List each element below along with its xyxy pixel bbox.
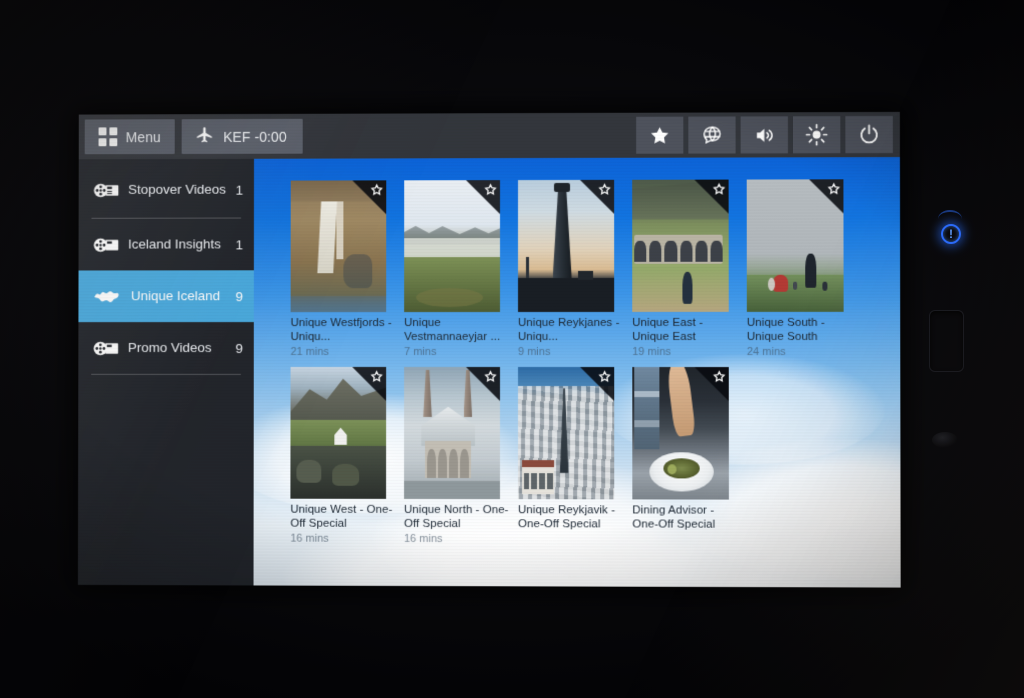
video-tile[interactable]: Unique Reykjavik - One-Off Special	[518, 367, 632, 546]
video-thumbnail[interactable]	[290, 367, 387, 500]
star-icon[interactable]	[598, 182, 611, 196]
video-title: Unique South - Unique South	[746, 316, 825, 343]
volume-icon[interactable]	[740, 116, 788, 154]
sidebar-divider	[91, 373, 241, 375]
video-title: Unique West - One-Off Special	[290, 503, 393, 530]
power-icon[interactable]	[845, 115, 893, 154]
iceland-map-icon	[91, 286, 121, 306]
flight-info-button[interactable]: KEF -0:00	[181, 118, 303, 154]
video-title: Unique Westfjords - Uniqu...	[290, 317, 392, 343]
video-title: Unique Reykjavik - One-Off Special	[518, 504, 616, 531]
sidebar-item-label: Unique Iceland	[130, 288, 221, 304]
video-duration: 24 mins	[746, 346, 786, 359]
sidebar-item-iceland-insights[interactable]: Iceland Insights 1	[79, 218, 254, 270]
star-icon[interactable]	[827, 182, 840, 195]
video-duration: 9 mins	[518, 346, 551, 359]
headphone-jack[interactable]	[929, 310, 964, 372]
video-duration: 16 mins	[404, 533, 443, 546]
film-reel-icon	[91, 235, 121, 254]
sidebar-item-count: 1	[235, 236, 243, 252]
video-thumbnail[interactable]	[632, 179, 729, 312]
indicator-arc	[938, 210, 962, 219]
sidebar-item-stopover-videos[interactable]: Stopover Videos 1	[79, 162, 254, 218]
video-thumbnail[interactable]	[404, 367, 500, 500]
video-tile[interactable]: Unique West - One-Off Special 16 mins	[290, 367, 404, 545]
star-icon[interactable]	[370, 183, 384, 196]
video-duration: 7 mins	[404, 346, 437, 359]
video-thumbnail[interactable]	[746, 179, 844, 312]
video-tile-grid: Unique Westfjords - Uniqu... 21 mins Uni…	[254, 157, 901, 546]
sidebar-item-count: 9	[235, 288, 243, 304]
star-icon[interactable]	[713, 370, 726, 383]
star-icon[interactable]	[713, 183, 726, 196]
video-title: Unique Vestmannaeyjar ...	[404, 317, 501, 343]
video-title: Unique North - One-Off Special	[404, 504, 509, 530]
video-thumbnail[interactable]	[290, 180, 387, 313]
video-tile[interactable]: Unique North - One-Off Special 16 mins	[404, 367, 518, 545]
video-thumbnail[interactable]	[518, 367, 615, 500]
video-tile[interactable]: Unique South - Unique South 24 mins	[746, 179, 862, 359]
grid-icon	[98, 127, 117, 147]
star-icon[interactable]	[484, 370, 497, 383]
top-toolbar: Menu KEF -0:00	[78, 111, 900, 160]
video-duration: 21 mins	[290, 346, 329, 359]
menu-button[interactable]: Menu	[84, 119, 175, 155]
bezel-sensor	[932, 432, 958, 448]
sidebar-item-label: Promo Videos	[127, 340, 212, 356]
video-title: Unique East - Unique East	[632, 316, 703, 343]
video-catalog-pane[interactable]: Unique Westfjords - Uniqu... 21 mins Uni…	[253, 157, 901, 588]
star-icon[interactable]	[370, 370, 384, 383]
language-icon[interactable]	[688, 116, 736, 154]
video-thumbnail[interactable]	[404, 180, 501, 313]
video-tile[interactable]: Unique Reykjanes - Uniqu... 9 mins	[518, 179, 632, 359]
star-icon[interactable]	[484, 183, 497, 196]
video-tile[interactable]: Dining Advisor - One-Off Special	[632, 367, 747, 546]
power-indicator-glow: !	[941, 224, 961, 244]
favorites-icon[interactable]	[636, 116, 684, 154]
video-tile[interactable]: Unique Vestmannaeyjar ... 7 mins	[404, 180, 518, 358]
video-duration: 16 mins	[290, 532, 329, 545]
star-icon[interactable]	[598, 370, 611, 383]
sidebar-item-count: 9	[235, 340, 243, 356]
category-sidebar: Stopover Videos 1 Iceland Insights 1 Uni…	[77, 158, 255, 586]
sidebar-item-promo-videos[interactable]: Promo Videos 9	[78, 322, 253, 374]
film-reel-icon	[92, 180, 122, 199]
video-title: Unique Reykjanes - Uniqu...	[518, 316, 620, 343]
film-reel-icon	[91, 339, 121, 358]
sidebar-item-count: 1	[235, 182, 244, 198]
sidebar-item-label: Stopover Videos	[128, 182, 227, 198]
airplane-icon	[194, 125, 214, 148]
screen-body: Stopover Videos 1 Iceland Insights 1 Uni…	[77, 157, 901, 588]
video-title: Dining Advisor - One-Off Special	[632, 504, 716, 531]
tablet-bezel: Menu KEF -0:00 Stopover Videos 1 Iceland…	[0, 0, 1024, 698]
ife-screen: Menu KEF -0:00 Stopover Videos 1 Iceland…	[77, 111, 901, 588]
video-duration: 19 mins	[632, 346, 671, 359]
video-thumbnail[interactable]	[518, 179, 615, 312]
sidebar-item-label: Iceland Insights	[128, 236, 221, 252]
flight-destination-label: KEF -0:00	[223, 128, 287, 145]
video-tile[interactable]: Unique Westfjords - Uniqu... 21 mins	[291, 180, 405, 358]
sidebar-item-unique-iceland[interactable]: Unique Iceland 9	[78, 270, 254, 323]
brightness-icon[interactable]	[792, 116, 841, 154]
video-tile[interactable]: Unique East - Unique East 19 mins	[632, 179, 747, 359]
video-thumbnail[interactable]	[632, 367, 729, 500]
menu-button-label: Menu	[125, 128, 161, 145]
toolbar-icon-group	[636, 115, 900, 154]
